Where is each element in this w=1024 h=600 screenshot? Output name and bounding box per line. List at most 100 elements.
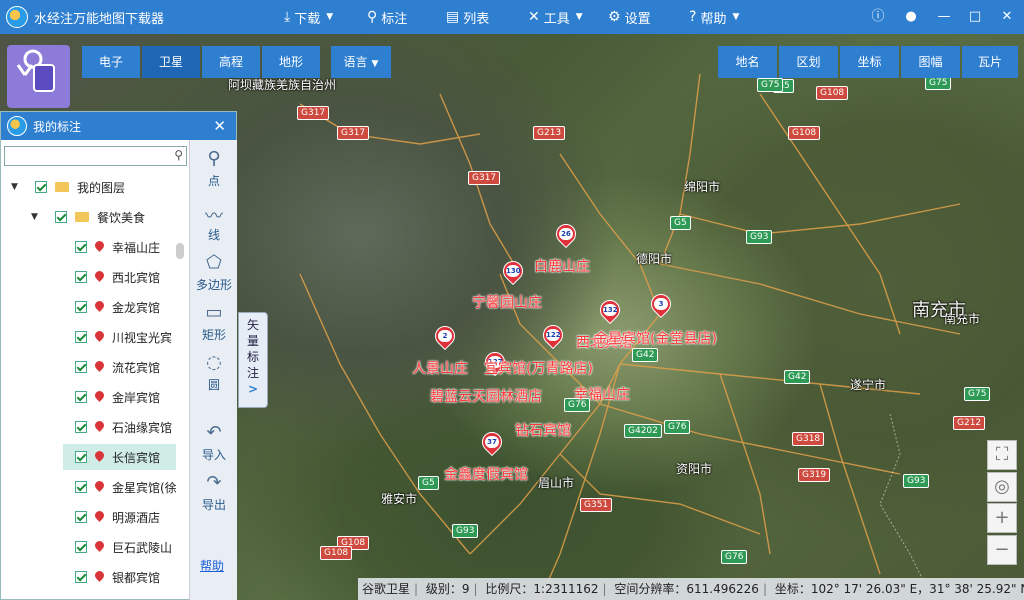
- tab-tiles[interactable]: 瓦片: [962, 46, 1018, 78]
- poi-label: 碧蓝云天园林酒店: [430, 389, 542, 405]
- locate-button[interactable]: ◎: [987, 472, 1017, 502]
- tab-elevation[interactable]: 高程: [202, 46, 260, 78]
- expand-arrow-icon[interactable]: ▼: [31, 212, 43, 222]
- polygon-icon: ⬠: [206, 252, 222, 273]
- tree-folder-food[interactable]: ▼ 餐饮美食: [31, 204, 145, 230]
- tool-export[interactable]: ↷ 导出: [190, 472, 238, 513]
- close-icon[interactable]: ✕: [213, 117, 226, 135]
- chevron-down-icon: ▼: [326, 12, 334, 22]
- menu-help[interactable]: ? 帮助 ▼: [689, 0, 739, 34]
- tab-satellite[interactable]: 卫星: [142, 46, 200, 78]
- highway-shield: G319: [798, 468, 831, 482]
- tab-terrain[interactable]: 地形: [262, 46, 320, 78]
- chevron-down-icon: ▼: [371, 59, 379, 69]
- highway-shield: G93: [746, 230, 773, 244]
- menu-annotate[interactable]: ⚲ 标注: [367, 0, 407, 34]
- menu-list[interactable]: ▤ 列表: [446, 0, 489, 34]
- tree-marker-item[interactable]: 银都宾馆: [63, 564, 187, 590]
- menu-download[interactable]: ⤓ 下载 ▼: [284, 0, 333, 34]
- checkbox[interactable]: [35, 181, 47, 193]
- tab-boundaries[interactable]: 区划: [779, 46, 838, 78]
- checkbox[interactable]: [75, 451, 87, 463]
- minimize-button[interactable]: —: [935, 8, 953, 26]
- tree-folder-my-layers[interactable]: ▼ 我的图层: [11, 174, 125, 200]
- poi-marker[interactable]: 132: [595, 295, 625, 328]
- menu-settings[interactable]: ⚙ 设置: [608, 0, 651, 34]
- checkbox[interactable]: [75, 421, 87, 433]
- import-icon: ↶: [206, 422, 222, 443]
- search-input[interactable]: ⚲: [4, 146, 187, 166]
- checkbox[interactable]: [75, 241, 87, 253]
- tree-marker-item[interactable]: 金龙宾馆: [63, 294, 187, 320]
- tool-polygon[interactable]: ⬠ 多边形: [190, 252, 238, 293]
- tree-marker-item[interactable]: 流花宾馆: [63, 354, 187, 380]
- fullscreen-button[interactable]: ⛶: [987, 440, 1017, 470]
- tool-rectangle[interactable]: ▭ 矩形: [190, 302, 238, 343]
- zoom-out-button[interactable]: −: [987, 535, 1017, 565]
- language-dropdown[interactable]: 语言 ▼: [331, 46, 391, 78]
- user-icon[interactable]: ●: [902, 8, 920, 26]
- highway-shield: G75: [925, 76, 952, 90]
- maximize-button[interactable]: □: [966, 8, 984, 26]
- export-icon: ↷: [206, 472, 222, 493]
- expand-arrow-icon[interactable]: ▼: [11, 182, 23, 192]
- tool-line[interactable]: 〰线: [190, 202, 238, 243]
- status-scale: 比例尺：1:2311162: [485, 582, 599, 596]
- gear-icon: ⚙: [608, 9, 621, 25]
- checkbox[interactable]: [75, 571, 87, 583]
- search-icon[interactable]: ⚲: [174, 148, 183, 162]
- tree-scrollbar[interactable]: [176, 243, 184, 259]
- checkbox[interactable]: [75, 391, 87, 403]
- poi-marker[interactable]: 37: [477, 427, 507, 460]
- highway-shield: G351: [580, 498, 613, 512]
- vector-annotation-tab[interactable]: 矢量标注 >: [238, 312, 268, 408]
- help-link[interactable]: 帮助: [200, 557, 224, 574]
- tab-coordinates[interactable]: 坐标: [840, 46, 899, 78]
- menu-tools[interactable]: ✕ 工具 ▼: [528, 0, 583, 34]
- poi-label: 金星宾馆(金堂县店): [594, 331, 717, 347]
- zoom-in-icon: +: [994, 507, 1010, 528]
- marker-pin-icon: [95, 541, 104, 554]
- highway-shield: G5: [670, 216, 691, 230]
- tab-electronic[interactable]: 电子: [82, 46, 140, 78]
- tree-marker-item[interactable]: 幸福山庄: [63, 234, 187, 260]
- poi-marker[interactable]: 130: [498, 256, 528, 289]
- tree-marker-item[interactable]: 石油缘宾馆: [63, 414, 187, 440]
- tab-map-sheets[interactable]: 图幅: [901, 46, 960, 78]
- highway-shield: G213: [533, 126, 566, 140]
- poi-marker[interactable]: 26: [551, 219, 581, 252]
- checkbox[interactable]: [75, 301, 87, 313]
- tool-point[interactable]: ⚲ 点: [190, 148, 238, 189]
- checkbox[interactable]: [75, 331, 87, 343]
- tree-marker-item[interactable]: 川视宝光宾: [63, 324, 187, 350]
- fullscreen-icon: ⛶: [995, 444, 1009, 465]
- checkbox[interactable]: [75, 481, 87, 493]
- marker-pin-icon: [95, 301, 104, 314]
- checkbox[interactable]: [75, 511, 87, 523]
- checkbox[interactable]: [75, 541, 87, 553]
- tree-marker-item[interactable]: 明源酒店: [63, 504, 187, 530]
- tool-circle[interactable]: ◌ 圆: [190, 352, 238, 393]
- tools-icon: ✕: [528, 9, 540, 25]
- checkbox[interactable]: [75, 271, 87, 283]
- zoom-in-button[interactable]: +: [987, 503, 1017, 533]
- marker-pin-icon: [95, 571, 104, 584]
- checkbox[interactable]: [55, 211, 67, 223]
- checkbox[interactable]: [75, 361, 87, 373]
- tree-marker-item[interactable]: 金岸宾馆: [63, 384, 187, 410]
- city-label: 绵阳市: [684, 180, 721, 194]
- tree-marker-item[interactable]: 巨石武陵山: [63, 534, 187, 560]
- poi-marker[interactable]: 3: [646, 289, 676, 322]
- tree-marker-item-selected[interactable]: 长信宾馆: [63, 444, 176, 470]
- tree-marker-item[interactable]: 西北宾馆: [63, 264, 187, 290]
- highway-shield: G317: [337, 126, 370, 140]
- tree-marker-item[interactable]: 金星宾馆(徐: [63, 474, 187, 500]
- poi-label: 白鹿山庄: [534, 259, 590, 275]
- tool-import[interactable]: ↶ 导入: [190, 422, 238, 463]
- panel-header: 我的标注 ✕: [1, 112, 236, 140]
- close-button[interactable]: ✕: [998, 8, 1016, 26]
- poi-marker[interactable]: 122: [538, 320, 568, 353]
- info-icon[interactable]: ⓘ: [869, 8, 887, 26]
- tab-place-names[interactable]: 地名: [718, 46, 777, 78]
- poi-marker[interactable]: 2: [430, 321, 460, 354]
